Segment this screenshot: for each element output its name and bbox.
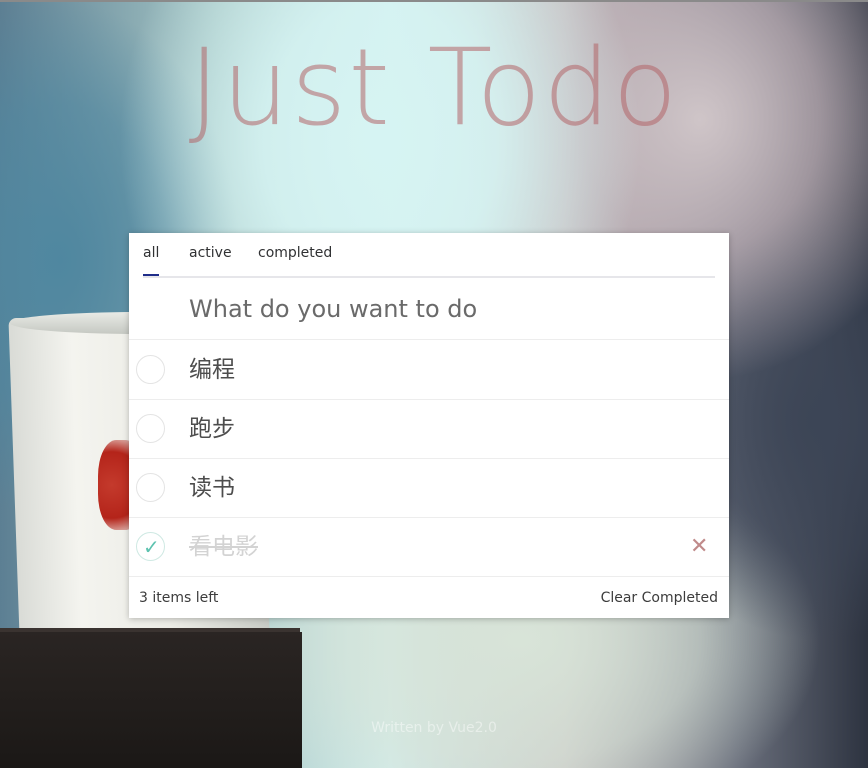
todo-footer: 3 items left Clear Completed (129, 578, 729, 618)
window-top-border (0, 0, 868, 2)
close-icon[interactable]: ✕ (690, 533, 708, 559)
credit-text: Written by Vue2.0 (371, 720, 497, 736)
tab-active[interactable]: active (189, 245, 232, 261)
new-todo-input[interactable] (129, 278, 729, 340)
filter-tabs: all active completed (143, 233, 715, 278)
todo-item: 跑步 (129, 400, 729, 459)
background-stand (0, 632, 302, 768)
todo-toggle[interactable] (136, 355, 165, 384)
todo-item-completed: ✓ 看电影 ✕ (129, 518, 729, 577)
clear-completed-button[interactable]: Clear Completed (601, 590, 718, 606)
todo-list: 编程 跑步 读书 ✓ 看电影 ✕ (129, 341, 729, 577)
todo-item: 编程 (129, 341, 729, 400)
todo-toggle[interactable]: ✓ (136, 532, 165, 561)
todo-toggle[interactable] (136, 473, 165, 502)
active-tab-indicator (143, 274, 159, 276)
todo-label: 编程 (189, 357, 235, 383)
todo-item: 读书 (129, 459, 729, 518)
todo-label: 跑步 (189, 416, 235, 442)
check-icon: ✓ (143, 535, 160, 559)
app-title: Just Todo (188, 26, 680, 149)
todo-label: 读书 (189, 475, 235, 501)
tab-completed[interactable]: completed (258, 245, 332, 261)
tab-all[interactable]: all (143, 245, 159, 261)
todo-label: 看电影 (189, 534, 258, 560)
todo-panel: all active completed 编程 跑步 读书 ✓ 看电影 ✕ 3 … (129, 233, 729, 618)
todo-toggle[interactable] (136, 414, 165, 443)
items-left-count: 3 items left (139, 590, 219, 606)
